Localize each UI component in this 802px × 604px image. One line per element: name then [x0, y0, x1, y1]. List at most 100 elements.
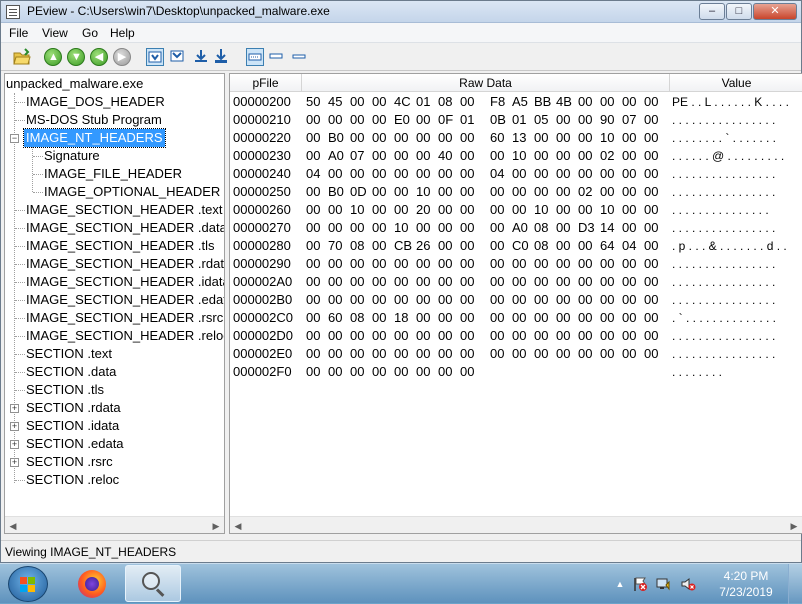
volume-muted-icon[interactable]	[680, 576, 696, 592]
table-row[interactable]: 00000210 00 00 00 00 E0 00 0F 01 0B 01 05 00 00 90 07 00…	[230, 111, 802, 129]
title-bar[interactable]: PEview - C:\Users\win7\Desktop\unpacked_…	[1, 1, 801, 23]
tree-horizontal-scrollbar[interactable]: ◀ ▶	[5, 516, 224, 533]
tree-item-section-header-rdata[interactable]: IMAGE_SECTION_HEADER .rdata	[26, 255, 224, 273]
go-back-icon[interactable]: ◀	[90, 48, 108, 66]
tree-pane[interactable]: unpacked_malware.exe IMAGE_DOS_HEADER MS…	[4, 73, 225, 534]
tree-item-section-header-data[interactable]: IMAGE_SECTION_HEADER .data	[26, 219, 224, 237]
table-row[interactable]: 00000270 00 00 00 00 10 00 00 00 00 A0 08 00 D3 14 00 00…	[230, 219, 802, 237]
tree-item-section-header-tls[interactable]: IMAGE_SECTION_HEADER .tls	[26, 237, 215, 255]
system-clock[interactable]: 4:20 PM 7/23/2019	[714, 568, 778, 600]
expand-toggle-edata[interactable]: +	[10, 440, 19, 449]
action-center-flag-icon[interactable]	[632, 576, 648, 592]
hex-horizontal-scrollbar[interactable]: ◀ ▶	[230, 516, 802, 533]
minimize-button[interactable]: –	[699, 3, 725, 20]
hex-byte: 00	[372, 202, 387, 217]
hex-byte: 00	[556, 220, 571, 235]
column-header-raw-data[interactable]: Raw Data	[302, 74, 670, 92]
tree-item-signature[interactable]: Signature	[44, 147, 100, 165]
peview-taskbar-button[interactable]	[125, 565, 181, 602]
expand-toggle-rdata[interactable]: +	[10, 404, 19, 413]
scroll-left-arrow-icon[interactable]: ◀	[7, 520, 19, 532]
hex-scroll-left-arrow-icon[interactable]: ◀	[232, 520, 244, 532]
tree-item-section-header-reloc[interactable]: IMAGE_SECTION_HEADER .reloc	[26, 327, 224, 345]
hex-byte: 00	[306, 364, 321, 379]
view-hex-icon[interactable]	[246, 48, 264, 66]
table-row[interactable]: 000002D0 00 00 00 00 00 00 00 00 00 00 00 00 00 00 00 00…	[230, 327, 802, 345]
hex-byte: 00	[622, 166, 637, 181]
table-row[interactable]: 00000280 00 70 08 00 CB 26 00 00 00 C0 08 00 00 64 04 00…	[230, 237, 802, 255]
tree-item-section-rdata[interactable]: SECTION .rdata	[26, 399, 121, 417]
scroll-right-arrow-icon[interactable]: ▶	[210, 520, 222, 532]
show-hidden-icons-icon[interactable]: ▲	[612, 576, 628, 592]
table-row[interactable]: 00000230 00 A0 07 00 00 00 40 00 00 10 00 00 00 02 00 00…	[230, 147, 802, 165]
close-button[interactable]: ✕	[753, 3, 797, 20]
view-dword-icon[interactable]	[193, 48, 211, 66]
column-header-value[interactable]: Value	[670, 74, 802, 92]
go-forward-icon[interactable]: ▶	[113, 48, 131, 66]
menu-help[interactable]: Help	[110, 26, 135, 40]
network-icon[interactable]	[656, 576, 672, 592]
maximize-button[interactable]: □	[726, 3, 752, 20]
tree-item-section-idata[interactable]: SECTION .idata	[26, 417, 119, 435]
expand-toggle-idata[interactable]: +	[10, 422, 19, 431]
tree-item-image-nt-headers[interactable]: IMAGE_NT_HEADERS	[23, 128, 166, 148]
hex-byte: 00	[306, 184, 321, 199]
open-folder-icon[interactable]	[13, 48, 31, 66]
tree-item-section-header-rsrc[interactable]: IMAGE_SECTION_HEADER .rsrc	[26, 309, 223, 327]
go-first-icon[interactable]: ▲	[44, 48, 62, 66]
hex-byte: 00	[372, 166, 387, 181]
tree-item-section-tls[interactable]: SECTION .tls	[26, 381, 104, 399]
table-row[interactable]: 000002E0 00 00 00 00 00 00 00 00 00 00 00 00 00 00 00 00…	[230, 345, 802, 363]
menu-view[interactable]: View	[42, 26, 68, 40]
tree-item-image-optional-header[interactable]: IMAGE_OPTIONAL_HEADER	[44, 183, 220, 201]
table-row[interactable]: 000002A0 00 00 00 00 00 00 00 00 00 00 00 00 00 00 00 00…	[230, 273, 802, 291]
collapse-toggle[interactable]: −	[10, 134, 19, 143]
table-row[interactable]: 000002C0 00 60 08 00 18 00 00 00 00 00 00 00 00 00 00 00…	[230, 309, 802, 327]
hex-byte: 13	[512, 130, 527, 145]
hex-byte: 00	[306, 202, 321, 217]
hex-byte: 00	[534, 292, 549, 307]
view-hex-small-icon[interactable]	[268, 48, 286, 66]
hex-scroll-right-arrow-icon[interactable]: ▶	[788, 520, 800, 532]
table-row[interactable]: 000002F0 00 00 00 00 00 00 00 00 . . . . . . . .	[230, 363, 802, 381]
tree-root[interactable]: unpacked_malware.exe	[6, 75, 143, 93]
expand-toggle-rsrc[interactable]: +	[10, 458, 19, 467]
table-row[interactable]: 00000220 00 B0 00 00 00 00 00 00 60 13 00 00 00 10 00 00…	[230, 129, 802, 147]
table-row[interactable]: 00000250 00 B0 0D 00 00 10 00 00 00 00 00 00 02 00 00 00…	[230, 183, 802, 201]
view-byte-icon[interactable]	[146, 48, 164, 66]
tree-item-section-header-idata[interactable]: IMAGE_SECTION_HEADER .idata	[26, 273, 224, 291]
go-down-icon[interactable]: ▼	[67, 48, 85, 66]
row-value: . p . . . & . . . . . . . d . .	[672, 239, 787, 253]
firefox-taskbar-button[interactable]	[64, 565, 120, 602]
tree-item-section-reloc[interactable]: SECTION .reloc	[26, 471, 119, 489]
table-row[interactable]: 000002B0 00 00 00 00 00 00 00 00 00 00 00 00 00 00 00 00…	[230, 291, 802, 309]
tree-item-section-text[interactable]: SECTION .text	[26, 345, 112, 363]
table-row[interactable]: 00000260 00 00 10 00 00 20 00 00 00 00 10 00 00 10 00 00…	[230, 201, 802, 219]
hex-byte: 00	[416, 274, 431, 289]
hex-byte: 00	[372, 256, 387, 271]
tree-item-section-data[interactable]: SECTION .data	[26, 363, 116, 381]
tree-item-section-edata[interactable]: SECTION .edata	[26, 435, 124, 453]
table-row[interactable]: 00000200 50 45 00 00 4C 01 08 00 F8 A5 BB 4B 00 00 00 00…	[230, 93, 802, 111]
start-button[interactable]	[8, 566, 48, 602]
column-header-pfile[interactable]: pFile	[230, 74, 302, 92]
tree-item-image-file-header[interactable]: IMAGE_FILE_HEADER	[44, 165, 182, 183]
row-value: . . . . . . . . . . . . . . . .	[672, 257, 776, 271]
view-qword-icon[interactable]	[213, 48, 231, 66]
hex-byte: 00	[622, 184, 637, 199]
menu-go[interactable]: Go	[82, 26, 98, 40]
hex-byte: 00	[578, 310, 593, 325]
peview-app-icon[interactable]	[6, 5, 20, 19]
menu-file[interactable]: File	[9, 26, 28, 40]
hex-view-pane[interactable]: pFile Raw Data Value 00000200 50 45 00 00 4C 0…	[229, 73, 802, 534]
tree-item-image-dos-header[interactable]: IMAGE_DOS_HEADER	[26, 93, 165, 111]
table-row[interactable]: 00000240 04 00 00 00 00 00 00 00 04 00 00 00 00 00 00 00…	[230, 165, 802, 183]
tree-item-section-header-edata[interactable]: IMAGE_SECTION_HEADER .edata	[26, 291, 224, 309]
table-row[interactable]: 00000290 00 00 00 00 00 00 00 00 00 00 00 00 00 00 00 00…	[230, 255, 802, 273]
tree-item-ms-dos-stub[interactable]: MS-DOS Stub Program	[26, 111, 162, 129]
view-hex-tiny-icon[interactable]	[291, 48, 309, 66]
tree-item-section-header-text[interactable]: IMAGE_SECTION_HEADER .text	[26, 201, 223, 219]
view-word-icon[interactable]	[169, 48, 187, 66]
tree-item-section-rsrc[interactable]: SECTION .rsrc	[26, 453, 113, 471]
show-desktop-button[interactable]	[788, 564, 802, 604]
